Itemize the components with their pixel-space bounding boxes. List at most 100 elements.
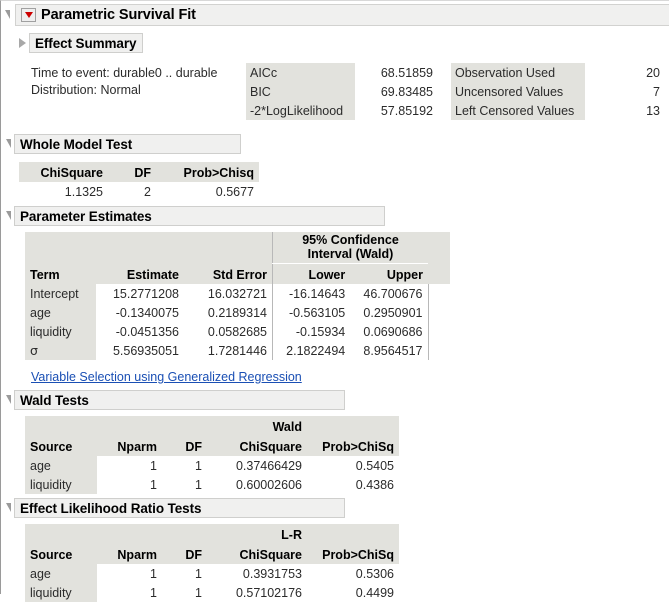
group-header-spacer-right (428, 232, 450, 264)
cell-std-error: 0.0582685 (184, 322, 273, 341)
triangle-open-icon[interactable] (6, 139, 11, 148)
effect-summary-header[interactable]: Effect Summary (19, 33, 143, 53)
column-header-source[interactable]: Source (25, 436, 97, 456)
column-header-nparm[interactable]: Nparm (97, 544, 162, 564)
cell-prob: 0.4386 (307, 475, 399, 494)
observation-summary-row: Observation Used 20 (451, 63, 664, 82)
triangle-open-icon[interactable] (5, 10, 10, 19)
column-header-term[interactable]: Term (25, 264, 96, 285)
effect-summary-title: Effect Summary (35, 36, 136, 51)
effect-lr-tests-header[interactable]: Effect Likelihood Ratio Tests (6, 498, 345, 518)
cell-source: liquidity (25, 475, 97, 494)
fit-statistic-value: 69.83485 (355, 82, 437, 101)
triangle-open-icon[interactable] (6, 503, 11, 512)
observation-summary-value: 7 (585, 82, 664, 101)
column-header-chisquare-line2[interactable]: ChiSquare (207, 436, 307, 456)
variable-selection-link-wrap: Variable Selection using Generalized Reg… (31, 370, 302, 384)
time-to-event-line: Time to event: durable0 .. durable (31, 65, 217, 82)
column-header-upper[interactable]: Upper (350, 264, 428, 285)
cell-lower: 2.1822494 (273, 341, 351, 360)
column-header-df[interactable]: DF (108, 162, 156, 182)
fit-statistic-row: BIC 69.83485 (246, 82, 437, 101)
cell-estimate: 5.56935051 (96, 341, 184, 360)
table-group-header-row: Wald (25, 416, 399, 436)
parameter-estimates-title-box: Parameter Estimates (14, 206, 385, 226)
fit-statistic-value: 57.85192 (355, 101, 437, 120)
effect-summary-title-box: Effect Summary (29, 33, 143, 53)
column-header-df[interactable]: DF (162, 544, 207, 564)
column-header-chisquare-line1: L-R (207, 524, 307, 544)
group-header-line1: 95% Confidence (278, 233, 423, 247)
cell-lower: -0.15934 (273, 322, 351, 341)
whole-model-test-title-box: Whole Model Test (14, 134, 241, 154)
column-header-prob[interactable]: Prob>ChiSq (307, 436, 399, 456)
fit-statistic-label: AICc (246, 63, 355, 82)
column-header-chisquare-line1: Wald (207, 416, 307, 436)
group-header-confidence-interval: 95% Confidence Interval (Wald) (273, 232, 429, 264)
group-header-line2: Interval (Wald) (278, 247, 423, 261)
cell-upper: 8.9564517 (350, 341, 428, 360)
table-header-row: Term Estimate Std Error Lower Upper (25, 264, 450, 285)
column-header-chisquare[interactable]: ChiSquare (19, 162, 108, 182)
observation-summary-row: Left Censored Values 13 (451, 101, 664, 120)
cell-chisquare: 0.57102176 (207, 583, 307, 602)
table-row: σ 5.56935051 1.7281446 2.1822494 8.95645… (25, 341, 450, 360)
cell-std-error: 0.2189314 (184, 303, 273, 322)
effect-lr-tests-title: Effect Likelihood Ratio Tests (20, 501, 201, 516)
model-spec: Time to event: durable0 .. durable Distr… (31, 65, 217, 99)
cell-nparm: 1 (97, 456, 162, 475)
group-header-spacer-prob (307, 416, 399, 436)
cell-spacer (428, 341, 450, 360)
observation-summary-label: Observation Used (451, 63, 585, 82)
whole-model-test-title: Whole Model Test (20, 137, 132, 152)
wald-tests-title: Wald Tests (20, 393, 89, 408)
column-header-estimate[interactable]: Estimate (96, 264, 184, 285)
column-header-prob[interactable]: Prob>Chisq (156, 162, 259, 182)
whole-model-test-table: ChiSquare DF Prob>Chisq 1.1325 2 0.5677 (19, 162, 259, 201)
cell-df: 2 (108, 182, 156, 201)
parameter-estimates-title: Parameter Estimates (20, 209, 152, 224)
cell-prob: 0.5306 (307, 564, 399, 583)
column-header-prob[interactable]: Prob>ChiSq (307, 544, 399, 564)
column-header-chisquare-line2[interactable]: ChiSquare (207, 544, 307, 564)
triangle-closed-icon[interactable] (19, 38, 26, 48)
cell-prob: 0.5405 (307, 456, 399, 475)
table-row: liquidity 1 1 0.57102176 0.4499 (25, 583, 399, 602)
cell-chisquare: 1.1325 (19, 182, 108, 201)
cell-nparm: 1 (97, 583, 162, 602)
cell-source: age (25, 456, 97, 475)
fit-statistic-row: -2*LogLikelihood 57.85192 (246, 101, 437, 120)
whole-model-test-header[interactable]: Whole Model Test (6, 134, 241, 154)
variable-selection-link[interactable]: Variable Selection using Generalized Reg… (31, 370, 302, 384)
column-header-std-error[interactable]: Std Error (184, 264, 273, 285)
cell-upper: 0.2950901 (350, 303, 428, 322)
column-header-nparm[interactable]: Nparm (97, 436, 162, 456)
cell-term: age (25, 303, 96, 322)
cell-spacer (428, 303, 450, 322)
cell-upper: 46.700676 (350, 284, 428, 303)
cell-nparm: 1 (97, 564, 162, 583)
fit-statistic-label: BIC (246, 82, 355, 101)
column-header-lower[interactable]: Lower (273, 264, 351, 285)
cell-prob: 0.5677 (156, 182, 259, 201)
group-header-spacer-term (25, 232, 96, 264)
column-header-source[interactable]: Source (25, 544, 97, 564)
wald-tests-header[interactable]: Wald Tests (6, 390, 345, 410)
red-triangle-menu-icon[interactable] (21, 8, 36, 22)
column-header-df[interactable]: DF (162, 436, 207, 456)
triangle-open-icon[interactable] (6, 211, 11, 220)
observation-summary-panel: Observation Used 20 Uncensored Values 7 … (451, 63, 664, 120)
cell-estimate: -0.1340075 (96, 303, 184, 322)
cell-df: 1 (162, 475, 207, 494)
cell-source: liquidity (25, 583, 97, 602)
cell-std-error: 1.7281446 (184, 341, 273, 360)
fit-statistic-value: 68.51859 (355, 63, 437, 82)
parametric-survival-fit-report: Parametric Survival Fit Effect Summary T… (0, 0, 669, 594)
effect-lr-tests-table: L-R Source Nparm DF ChiSquare Prob>ChiSq… (25, 524, 399, 602)
table-row: liquidity 1 1 0.60002606 0.4386 (25, 475, 399, 494)
parameter-estimates-header[interactable]: Parameter Estimates (6, 206, 385, 226)
group-header-spacer-stderror (184, 232, 273, 264)
report-title-bar: Parametric Survival Fit (1, 1, 669, 29)
cell-estimate: -0.0451356 (96, 322, 184, 341)
triangle-open-icon[interactable] (6, 395, 11, 404)
